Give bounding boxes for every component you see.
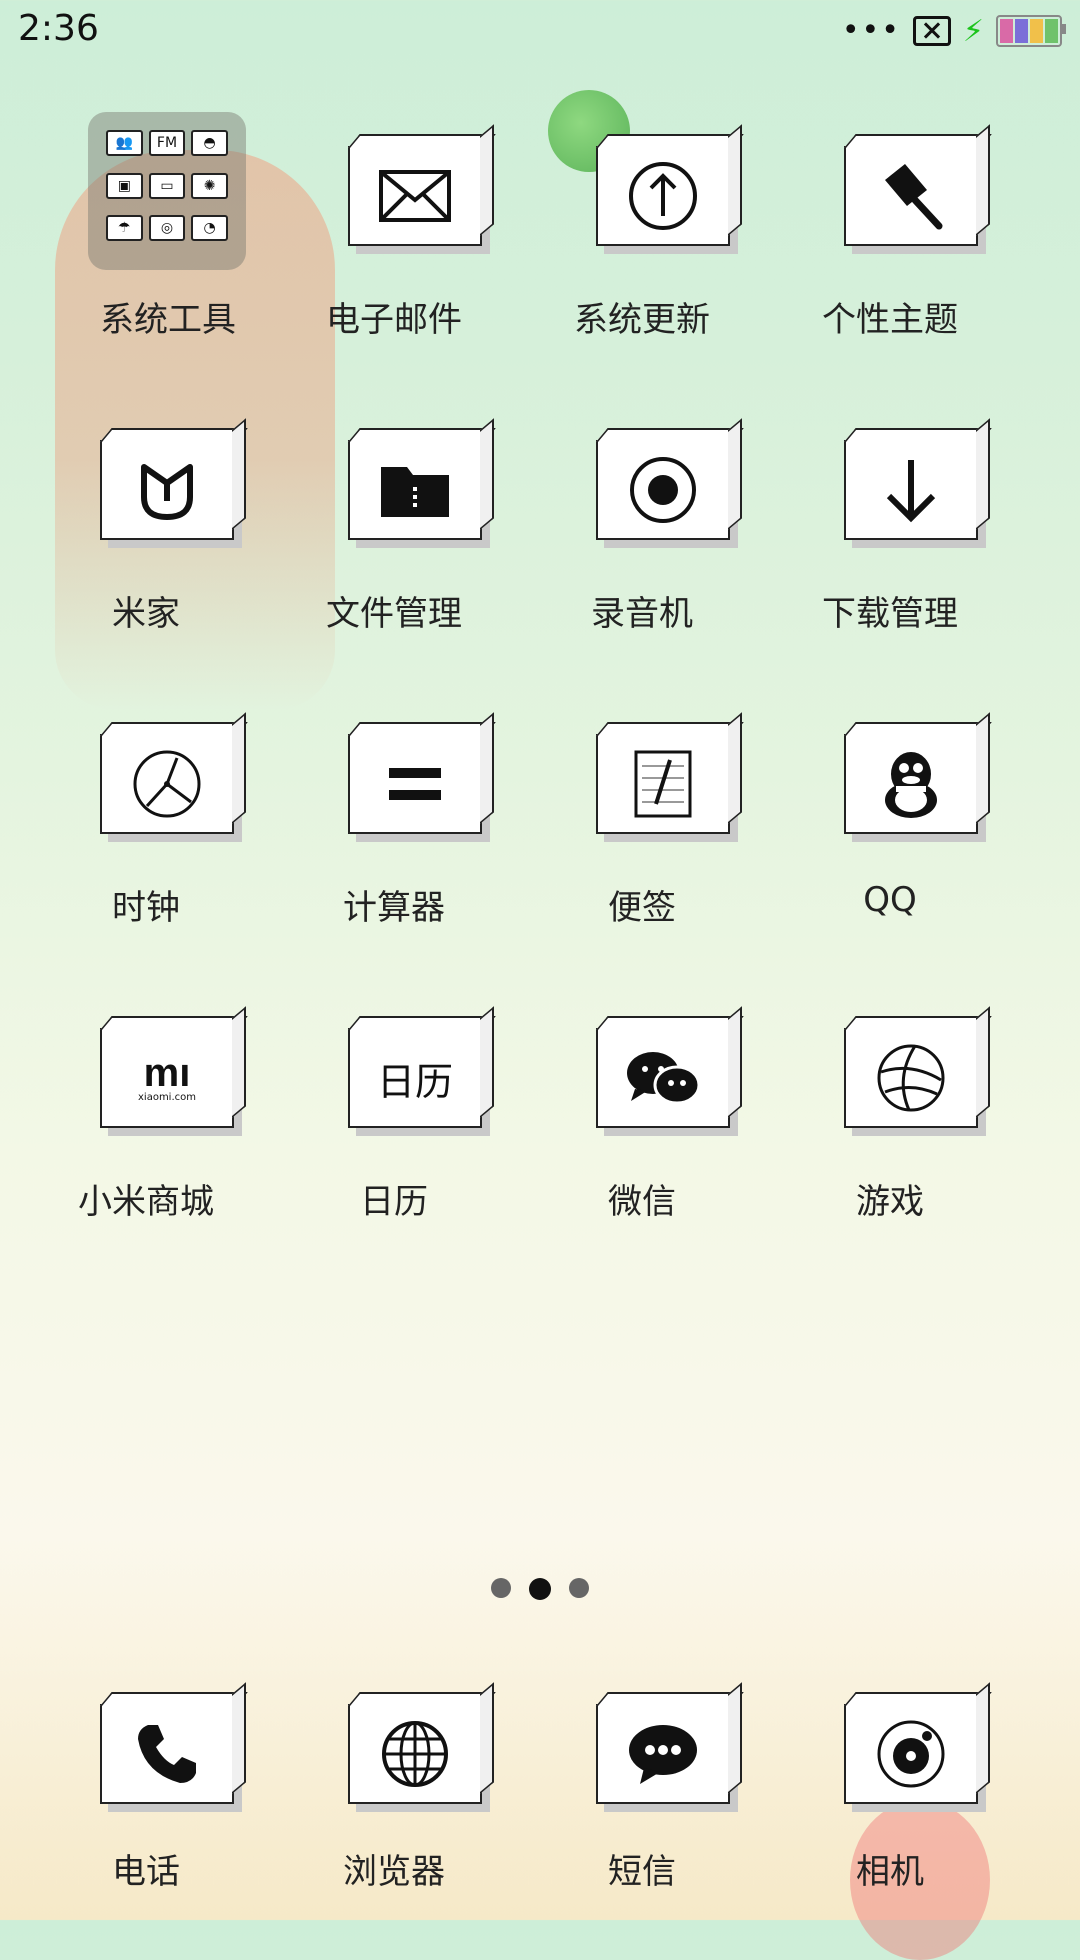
app-tile[interactable] <box>596 1028 730 1128</box>
camera-icon <box>877 1720 945 1788</box>
app-tile[interactable]: mı xiaomi.com <box>100 1028 234 1128</box>
clock-icon <box>133 750 201 818</box>
folder-preview[interactable]: 👥 FM ◓ ▣ ▭ ✺ ☂ ◎ ◔ <box>88 112 246 270</box>
equals-icon <box>389 768 441 800</box>
fm-icon: FM <box>148 130 186 156</box>
folder-icon <box>381 467 449 517</box>
app-label: 时钟 <box>112 888 180 928</box>
page-dot[interactable] <box>491 1578 511 1598</box>
status-bar: 2:36 ••• ⚡ <box>0 0 1080 62</box>
app-tile[interactable] <box>100 440 234 540</box>
page-dot-active[interactable] <box>529 1578 551 1600</box>
photo-icon: ▭ <box>148 172 186 199</box>
app-tile[interactable] <box>100 1704 234 1804</box>
app-tile[interactable] <box>596 440 730 540</box>
app-label: 文件管理 <box>326 594 462 634</box>
note-icon <box>634 750 692 818</box>
charging-bolt-icon: ⚡ <box>962 13 984 49</box>
app-label: 电话 <box>112 1852 180 1892</box>
app-tile[interactable] <box>844 734 978 834</box>
app-label: 便签 <box>608 888 676 928</box>
app-tile[interactable] <box>844 146 978 246</box>
penguin-icon <box>885 752 937 818</box>
app-tile[interactable] <box>348 1704 482 1804</box>
app-label: 小米商城 <box>78 1182 214 1222</box>
app-label: 下载管理 <box>822 594 958 634</box>
mi-logo-sub: xiaomi.com <box>138 1092 196 1103</box>
app-tile[interactable] <box>596 734 730 834</box>
game-icon: ◎ <box>148 215 186 242</box>
settings-icon: ✺ <box>191 172 228 199</box>
app-label: QQ <box>863 880 917 920</box>
globe-icon <box>382 1721 448 1787</box>
status-time: 2:36 <box>18 8 99 49</box>
message-icon <box>629 1725 697 1784</box>
calendar-text-icon: 日历 <box>376 1059 453 1104</box>
app-label: 微信 <box>608 1182 676 1222</box>
mijia-icon <box>141 464 193 520</box>
app-tile[interactable] <box>596 1704 730 1804</box>
app-tile[interactable] <box>844 1704 978 1804</box>
page-indicator[interactable] <box>0 1578 1080 1600</box>
mi-store-icon: mı xiaomi.com <box>138 1053 196 1103</box>
app-label: 个性主题 <box>822 300 958 340</box>
app-label: 系统更新 <box>574 300 710 340</box>
tv-icon: ▣ <box>106 172 143 199</box>
app-label: 电子邮件 <box>326 300 462 340</box>
wechat-icon <box>627 1052 701 1105</box>
app-tile[interactable] <box>348 146 482 246</box>
phone-icon <box>138 1725 196 1783</box>
upload-arrow-icon <box>629 162 697 230</box>
status-icons: ••• ⚡ <box>841 13 1066 49</box>
paint-brush-icon <box>885 164 943 230</box>
record-icon <box>630 457 696 523</box>
app-tile[interactable] <box>100 734 234 834</box>
app-tile[interactable] <box>844 1028 978 1128</box>
app-tile[interactable]: 日历 <box>348 1028 482 1128</box>
app-tile[interactable] <box>348 734 482 834</box>
app-tile[interactable] <box>348 440 482 540</box>
folder-label: 系统工具 <box>100 300 236 340</box>
umbrella-icon: ☂ <box>106 215 143 242</box>
app-label: 计算器 <box>343 888 445 928</box>
app-label: 米家 <box>112 594 180 634</box>
app-tile[interactable] <box>844 440 978 540</box>
app-label: 日历 <box>360 1182 428 1222</box>
app-label: 短信 <box>608 1852 676 1892</box>
no-sim-icon <box>912 16 951 46</box>
app-label: 浏览器 <box>343 1852 445 1892</box>
people-icon: 👥 <box>106 130 143 156</box>
ball-icon <box>877 1044 945 1112</box>
app-label: 录音机 <box>591 594 693 634</box>
contrast-icon: ◓ <box>191 130 228 156</box>
compass-icon: ◔ <box>191 215 228 242</box>
more-dots-icon: ••• <box>841 13 901 48</box>
mail-icon <box>379 170 451 222</box>
page-dot[interactable] <box>569 1578 589 1598</box>
download-arrow-icon <box>886 460 936 523</box>
app-label: 游戏 <box>856 1182 924 1222</box>
app-label: 相机 <box>856 1852 924 1892</box>
mi-logo-text: mı <box>143 1051 191 1095</box>
battery-icon <box>996 15 1066 47</box>
app-tile[interactable] <box>596 146 730 246</box>
